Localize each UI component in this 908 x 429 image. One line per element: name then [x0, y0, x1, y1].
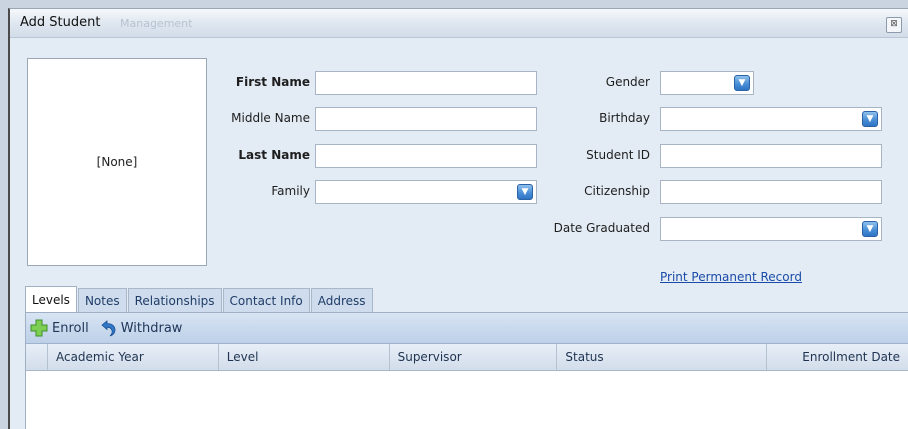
column-header-level[interactable]: Level: [219, 344, 390, 370]
first-name-field[interactable]: [315, 71, 537, 95]
birthday-label: Birthday: [599, 111, 650, 125]
citizenship-label: Citizenship: [584, 184, 650, 198]
tab-contact-info[interactable]: Contact Info: [222, 288, 310, 313]
birthday-picker[interactable]: ▼: [660, 107, 882, 131]
chevron-down-icon[interactable]: ▼: [862, 221, 878, 237]
last-name-label: Last Name: [238, 148, 310, 162]
date-graduated-label: Date Graduated: [553, 221, 650, 235]
background-window-title: Management: [120, 17, 193, 30]
withdraw-button[interactable]: Withdraw: [99, 319, 183, 337]
photo-placeholder: [None]: [96, 155, 138, 169]
first-name-label: First Name: [235, 75, 310, 89]
tab-address[interactable]: Address: [310, 288, 373, 313]
undo-arrow-icon: [101, 320, 116, 337]
student-photo[interactable]: [None]: [27, 58, 207, 266]
plus-icon: [30, 319, 48, 337]
citizenship-field[interactable]: [660, 180, 882, 204]
column-header-supervisor[interactable]: Supervisor: [390, 344, 558, 370]
close-button[interactable]: ⊠: [886, 17, 902, 33]
column-header-status[interactable]: Status: [557, 344, 768, 370]
title-bar[interactable]: Add Student Management ⊠: [10, 9, 908, 38]
student-id-field[interactable]: [660, 144, 882, 168]
tab-relationships[interactable]: Relationships: [127, 288, 222, 313]
levels-toolbar: Enroll Withdraw: [26, 313, 908, 344]
chevron-down-icon[interactable]: ▼: [517, 184, 533, 200]
gender-select[interactable]: ▼: [660, 71, 754, 95]
middle-name-field[interactable]: [315, 107, 537, 131]
row-selector-header: [26, 344, 48, 370]
add-student-dialog: Add Student Management ⊠ [None] First Na…: [8, 8, 908, 429]
levels-panel: Enroll Withdraw Academic Year Level Supe…: [25, 312, 908, 429]
column-header-academic-year[interactable]: Academic Year: [48, 344, 219, 370]
gender-label: Gender: [605, 75, 650, 89]
column-header-enrollment-date[interactable]: Enrollment Date: [767, 344, 908, 370]
middle-name-label: Middle Name: [231, 111, 310, 125]
student-id-label: Student ID: [586, 148, 650, 162]
chevron-down-icon[interactable]: ▼: [862, 111, 878, 127]
family-label: Family: [271, 184, 310, 198]
chevron-down-icon[interactable]: ▼: [734, 75, 750, 91]
print-permanent-record-link[interactable]: Print Permanent Record: [660, 270, 802, 284]
family-select[interactable]: ▼: [315, 180, 537, 204]
date-graduated-picker[interactable]: ▼: [660, 217, 882, 241]
window-title: Add Student: [20, 15, 101, 30]
tab-levels[interactable]: Levels: [25, 286, 77, 313]
enroll-label: Enroll: [52, 320, 89, 336]
enroll-button[interactable]: Enroll: [30, 319, 89, 337]
tab-strip: Levels Notes Relationships Contact Info …: [25, 286, 374, 313]
dialog-body: [None] First Name Middle Name Last Name …: [10, 38, 908, 429]
withdraw-label: Withdraw: [120, 320, 183, 336]
last-name-field[interactable]: [315, 144, 537, 168]
levels-grid-header: Academic Year Level Supervisor Status En…: [26, 344, 908, 371]
tab-notes[interactable]: Notes: [77, 288, 127, 313]
